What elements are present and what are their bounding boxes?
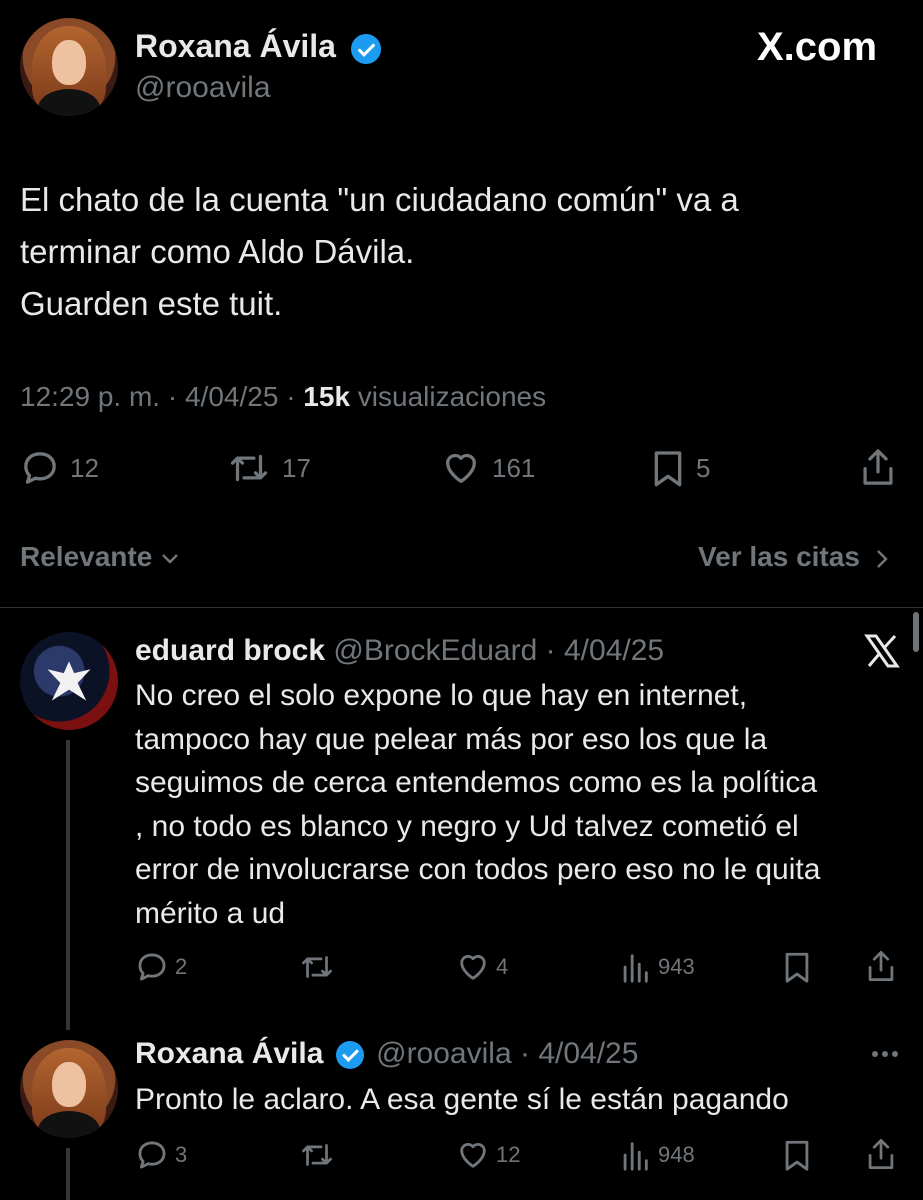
share-button[interactable] <box>866 1136 896 1172</box>
share-icon <box>863 449 893 485</box>
reply-author-handle[interactable]: @rooavila <box>376 1037 512 1070</box>
author-name-row: Roxana Ávila <box>135 26 381 66</box>
views-chart-icon <box>623 1142 648 1171</box>
reply-count: 12 <box>70 452 99 483</box>
share-icon <box>868 1139 894 1169</box>
reply-count: 3 <box>175 1142 188 1167</box>
retweet-button[interactable] <box>298 1138 336 1172</box>
reply-author-name[interactable]: Roxana Ávila <box>135 1037 323 1070</box>
like-count: 12 <box>496 1142 521 1167</box>
bookmark-button[interactable] <box>782 1138 812 1172</box>
reply-button[interactable]: 2 <box>135 950 187 984</box>
author-handle[interactable]: @rooavila <box>135 70 271 106</box>
x-brand-logo: X.com <box>757 25 878 69</box>
reply-text: Pronto le aclaro. A esa gente sí le está… <box>135 1078 789 1121</box>
heart-icon <box>460 955 486 980</box>
heart-icon <box>446 453 476 483</box>
views-count: 943 <box>658 954 695 979</box>
tweet-meta: 12:29 p. m. · 4/04/25 · 15k visualizacio… <box>20 380 546 414</box>
separator: · <box>286 381 296 412</box>
retweet-count: 17 <box>282 452 311 483</box>
separator: · <box>545 634 556 667</box>
retweet-button[interactable]: 17 <box>226 448 311 488</box>
like-button[interactable]: 12 <box>456 1138 520 1172</box>
reply-author-handle[interactable]: @BrockEduard <box>333 634 537 667</box>
x-logo-icon <box>864 634 900 673</box>
tweet-text-line: El chato de la cuenta "un ciudadano comú… <box>20 181 739 218</box>
tweet-time[interactable]: 12:29 p. m. <box>20 381 160 412</box>
reply-icon <box>138 953 166 981</box>
views-label: visualizaciones <box>357 381 547 412</box>
reply-text-line: No creo el solo expone lo que hay en int… <box>135 679 748 712</box>
reply-button[interactable]: 12 <box>20 448 99 488</box>
author-name[interactable]: Roxana Ávila <box>135 28 336 64</box>
views-count: 948 <box>658 1142 695 1167</box>
view-quotes-label: Ver las citas <box>698 541 860 572</box>
views-button[interactable]: 943 <box>620 950 695 984</box>
share-icon <box>868 951 894 981</box>
heart-icon <box>460 1143 486 1168</box>
reply-text-line: error de involucrarse con todos pero eso… <box>135 853 821 886</box>
reply-icon <box>24 452 56 484</box>
like-button[interactable]: 161 <box>440 448 535 488</box>
views-count: 15k <box>303 381 351 412</box>
reply-header: Roxana Ávila @rooavila · 4/04/25 <box>135 1034 638 1074</box>
separator: · <box>519 1037 530 1070</box>
author-avatar[interactable] <box>20 18 118 116</box>
reply-date[interactable]: 4/04/25 <box>564 634 664 667</box>
separator: · <box>167 381 178 412</box>
view-quotes-link[interactable]: Ver las citas <box>698 540 890 574</box>
more-options-icon[interactable] <box>870 1046 900 1064</box>
retweet-icon <box>230 454 268 482</box>
retweet-button[interactable] <box>298 950 336 984</box>
bookmark-icon <box>785 1140 809 1171</box>
tweet-text-line: terminar como Aldo Dávila. <box>20 233 415 270</box>
tweet-text-line: Guarden este tuit. <box>20 285 283 322</box>
bookmark-button[interactable]: 5 <box>650 448 710 488</box>
retweet-icon <box>302 956 332 978</box>
scrollbar[interactable] <box>913 612 919 652</box>
reply-text-line: tampoco hay que pelear más por eso los q… <box>135 722 768 756</box>
reply-avatar[interactable] <box>20 632 118 730</box>
share-button[interactable] <box>860 446 896 488</box>
like-count: 4 <box>496 954 509 979</box>
verified-badge-icon <box>350 33 381 64</box>
views-chart-icon <box>623 954 648 983</box>
divider <box>0 607 923 608</box>
bookmark-icon <box>654 451 682 487</box>
bookmark-icon <box>785 952 809 983</box>
thread-line <box>66 1148 70 1200</box>
reply-button[interactable]: 3 <box>135 1138 187 1172</box>
reply-count: 2 <box>175 954 188 979</box>
sort-label: Relevante <box>20 541 153 572</box>
bookmark-button[interactable] <box>782 950 812 984</box>
verified-badge-icon <box>335 1041 364 1070</box>
tweet-text: El chato de la cuenta "un ciudadano comú… <box>20 174 739 330</box>
reply-text-line: , no todo es blanco y negro y Ud talvez … <box>135 809 799 843</box>
reply-icon <box>138 1141 166 1169</box>
reply-text-line: mérito a ud <box>135 896 286 930</box>
chevron-right-icon <box>876 549 888 568</box>
reply-date[interactable]: 4/04/25 <box>538 1037 638 1070</box>
reply-header: eduard brock @BrockEduard · 4/04/25 <box>135 632 664 670</box>
like-button[interactable]: 4 <box>456 950 508 984</box>
views-button[interactable]: 948 <box>620 1138 695 1172</box>
tweet-date[interactable]: 4/04/25 <box>185 381 278 412</box>
like-count: 161 <box>492 452 536 483</box>
reply-text-line: Pronto le aclaro. A esa gente sí le está… <box>135 1083 789 1116</box>
reply-avatar[interactable] <box>20 1040 118 1138</box>
reply-text: No creo el solo expone lo que hay en int… <box>135 674 820 935</box>
sort-dropdown[interactable]: Relevante <box>20 540 180 574</box>
retweet-icon <box>302 1144 332 1166</box>
chevron-down-icon <box>162 553 178 564</box>
bookmark-count: 5 <box>696 452 711 483</box>
reply-text-line: seguimos de cerca entendemos como es la … <box>135 766 818 799</box>
thread-line <box>66 740 70 1030</box>
reply-author-name[interactable]: eduard brock <box>135 634 325 667</box>
share-button[interactable] <box>866 948 896 984</box>
